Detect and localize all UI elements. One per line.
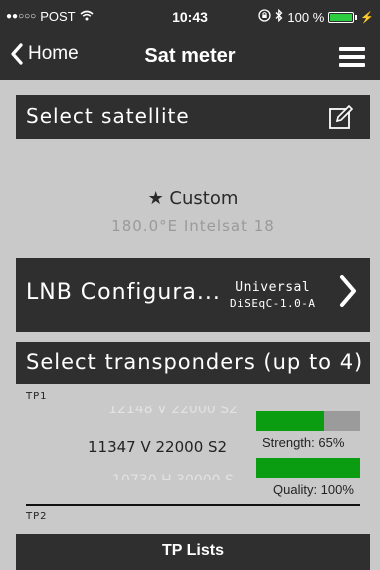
- battery-icon: [328, 11, 358, 23]
- page-title: Sat meter: [144, 45, 236, 67]
- lnb-info: Universal DiSEqC-1.0-A: [230, 280, 315, 310]
- lnb-diseqc: DiSEqC-1.0-A: [230, 297, 316, 310]
- current-satellite: ★ Custom 180.0°E Intelsat 18: [16, 188, 370, 235]
- transponder-prev-option[interactable]: 12148 V 22000 S2: [88, 406, 258, 420]
- edit-icon: [329, 104, 354, 129]
- satellite-name: ★ Custom: [147, 188, 239, 209]
- select-transponders-button[interactable]: Select transponders (up to 4): [16, 342, 370, 384]
- tp-lists-button[interactable]: TP Lists: [16, 534, 370, 570]
- tp2-label: TP2: [26, 511, 48, 522]
- transponder-next-option[interactable]: 10730 H 30000 S: [88, 470, 258, 480]
- quality-bar: [256, 458, 360, 478]
- strength-label: Strength: 65%: [262, 435, 345, 450]
- strength-bar-fill: [256, 411, 324, 431]
- hamburger-menu-icon[interactable]: [339, 47, 365, 67]
- lnb-label: LNB Configura...: [26, 280, 221, 305]
- charging-icon: ⚡: [360, 11, 374, 24]
- satellite-position: 180.0°E Intelsat 18: [111, 217, 275, 235]
- battery-percent: 100 %: [287, 9, 325, 25]
- quality-bar-fill: [256, 458, 360, 478]
- rotation-lock-icon: [258, 9, 272, 25]
- quality-label: Quality: 100%: [273, 482, 354, 497]
- select-satellite-label: Select satellite: [26, 104, 190, 128]
- chevron-right-icon: [338, 274, 358, 315]
- lnb-type: Universal: [235, 280, 311, 295]
- status-bar: ●●○○○ POST 10:43 100 % ⚡: [0, 0, 380, 33]
- select-satellite-button[interactable]: Select satellite: [16, 95, 370, 139]
- divider: [26, 504, 360, 506]
- tp1-label: TP1: [26, 391, 48, 402]
- status-right: 100 % ⚡: [258, 8, 374, 25]
- select-transponders-label: Select transponders (up to 4): [26, 350, 364, 374]
- lnb-configuration-button[interactable]: LNB Configura... Universal DiSEqC-1.0-A: [16, 258, 370, 332]
- strength-bar: [256, 411, 360, 431]
- sat-meter-screen: ●●○○○ POST 10:43 100 % ⚡ Home Sat meter …: [0, 0, 380, 570]
- navigation-bar: Home Sat meter: [0, 33, 380, 80]
- bluetooth-icon: [275, 8, 283, 25]
- transponder-current[interactable]: 11347 V 22000 S2: [88, 438, 227, 456]
